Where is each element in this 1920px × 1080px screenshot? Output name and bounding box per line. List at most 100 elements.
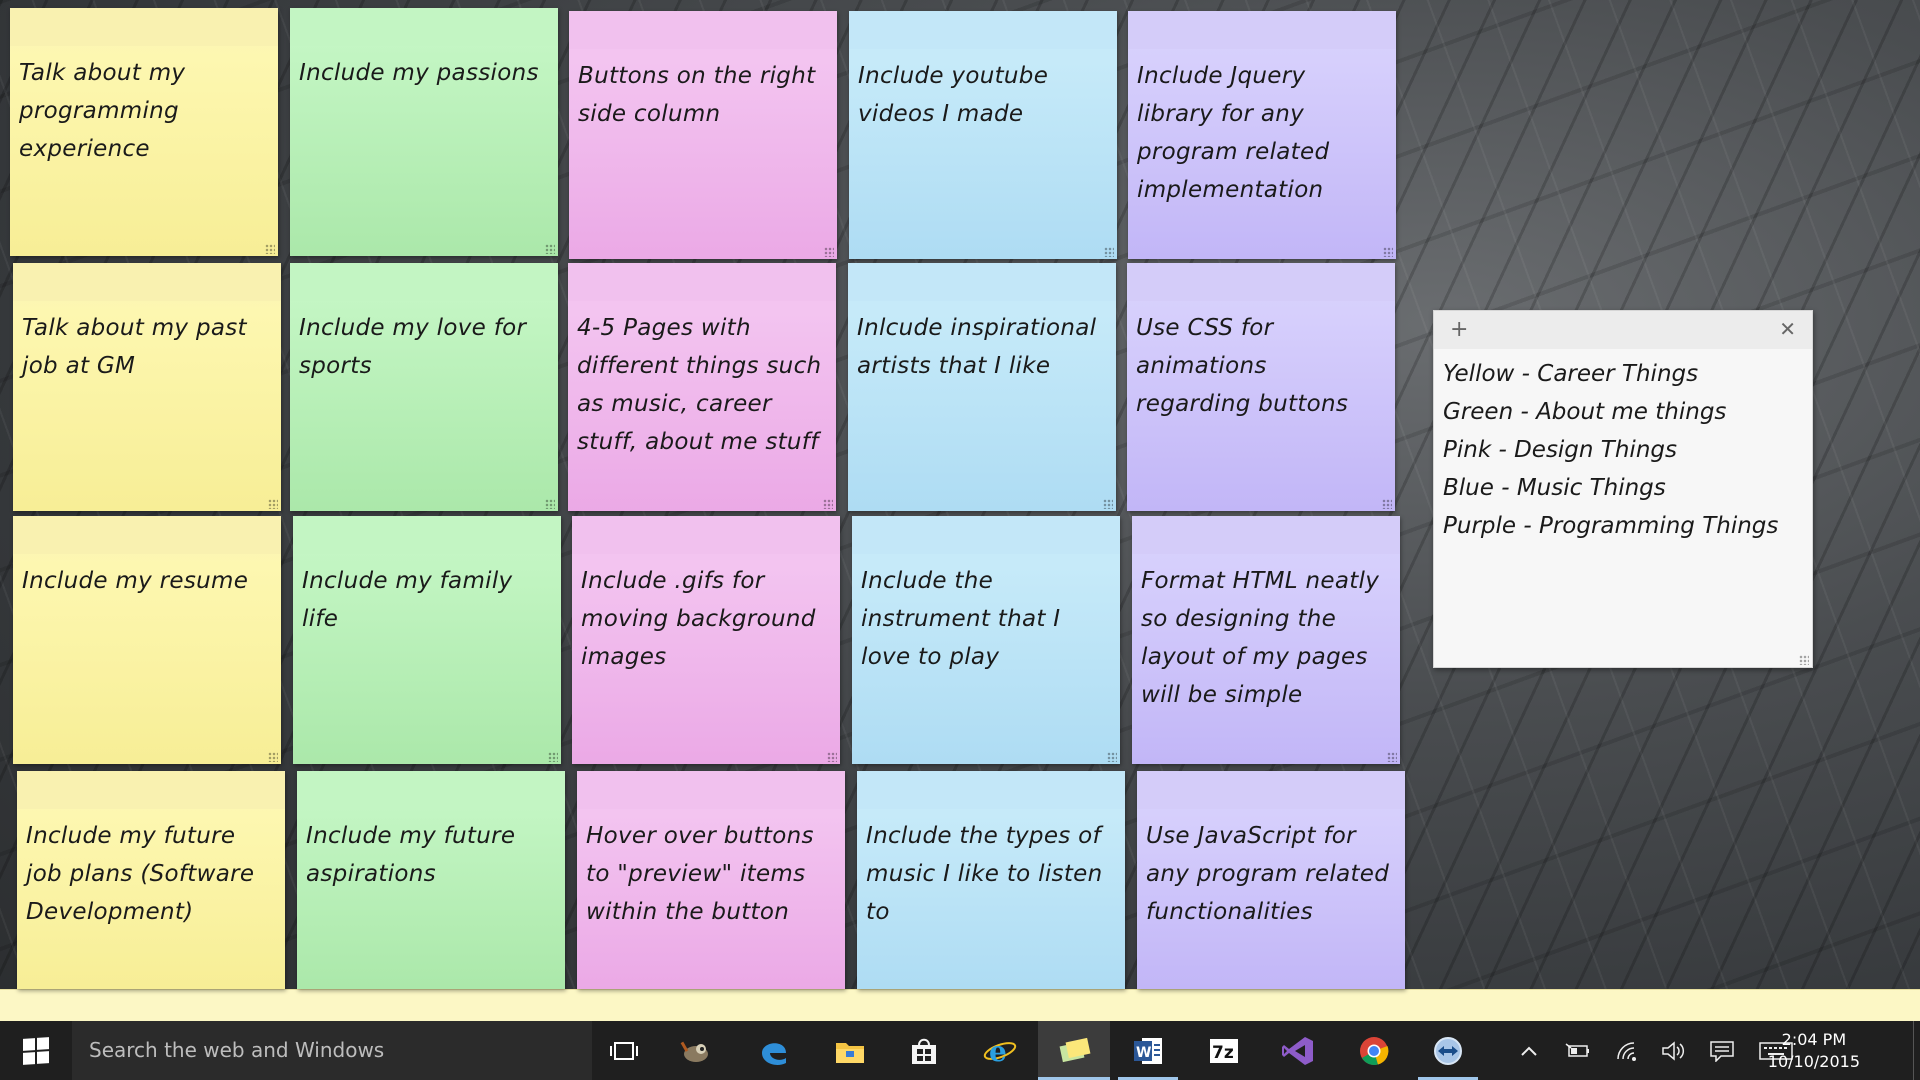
show-desktop-button[interactable] [1913, 1021, 1920, 1080]
note-header[interactable] [849, 11, 1117, 49]
resize-grip[interactable] [545, 499, 555, 509]
sticky-note[interactable]: Include my passions [290, 8, 558, 256]
chrome-button[interactable] [1338, 1021, 1410, 1080]
show-hidden-icons-button[interactable] [1514, 1021, 1544, 1080]
resize-grip[interactable] [1107, 752, 1117, 762]
note-text[interactable]: Format HTML neatly so designing the layo… [1132, 554, 1400, 714]
sticky-note[interactable]: 4-5 Pages with different things such as … [568, 263, 836, 511]
sticky-note[interactable]: Talk about my past job at GM [13, 263, 281, 511]
sticky-note[interactable]: Inlcude inspirational artists that I lik… [848, 263, 1116, 511]
visual-studio-button[interactable] [1262, 1021, 1334, 1080]
note-text[interactable]: Include the types of music I like to lis… [857, 809, 1125, 931]
note-text[interactable]: Include my future aspirations [297, 809, 565, 893]
resize-grip[interactable] [1103, 499, 1113, 509]
sticky-note[interactable]: Include my resume [13, 516, 281, 764]
resize-grip[interactable] [1104, 247, 1114, 257]
note-text[interactable]: Inlcude inspirational artists that I lik… [848, 301, 1116, 385]
note-text[interactable]: Hover over buttons to "preview" items wi… [577, 809, 845, 931]
sticky-note[interactable]: Hover over buttons to "preview" items wi… [577, 771, 845, 989]
note-text[interactable]: Include my future job plans (Software De… [17, 809, 285, 931]
sticky-note[interactable]: Include my love for sports [290, 263, 558, 511]
sticky-note[interactable]: Include my family life [293, 516, 561, 764]
note-header[interactable] [852, 516, 1120, 554]
sticky-note[interactable]: Include youtube videos I made [849, 11, 1117, 259]
7zip-button[interactable]: 7z [1188, 1021, 1260, 1080]
note-text[interactable]: Talk about my past job at GM [13, 301, 281, 385]
note-text[interactable]: Include youtube videos I made [849, 49, 1117, 133]
note-text[interactable]: Include Jquery library for any program r… [1128, 49, 1396, 209]
note-header[interactable] [577, 771, 845, 809]
sticky-note[interactable]: Talk about my programming experience [10, 8, 278, 256]
resize-grip[interactable] [268, 499, 278, 509]
note-header[interactable] [1128, 11, 1396, 49]
resize-grip[interactable] [548, 752, 558, 762]
sticky-note[interactable]: Include my future aspirations [297, 771, 565, 989]
resize-grip[interactable] [824, 247, 834, 257]
note-header[interactable] [17, 771, 285, 809]
note-header[interactable] [857, 771, 1125, 809]
file-explorer-button[interactable] [814, 1021, 886, 1080]
resize-grip[interactable] [1799, 655, 1809, 665]
note-header[interactable] [290, 8, 558, 46]
sticky-note[interactable]: Format HTML neatly so designing the layo… [1132, 516, 1400, 764]
note-text[interactable]: Include my family life [293, 554, 561, 638]
note-header[interactable] [848, 263, 1116, 301]
resize-grip[interactable] [545, 244, 555, 254]
teamviewer-button[interactable] [1412, 1021, 1484, 1080]
sticky-note[interactable]: Include the instrument that I love to pl… [852, 516, 1120, 764]
note-header[interactable] [1137, 771, 1405, 809]
volume-button[interactable] [1656, 1021, 1692, 1080]
task-view-button[interactable] [588, 1021, 660, 1080]
word-button[interactable]: W [1112, 1021, 1184, 1080]
note-header[interactable] [1132, 516, 1400, 554]
add-note-button[interactable]: + [1450, 317, 1468, 342]
sticky-note[interactable]: Include the types of music I like to lis… [857, 771, 1125, 989]
note-text[interactable]: Use CSS for animations regarding buttons [1127, 301, 1395, 423]
search-box[interactable]: Search the web and Windows [72, 1021, 592, 1080]
internet-explorer-button[interactable]: e [964, 1021, 1036, 1080]
start-button[interactable] [0, 1021, 72, 1080]
store-button[interactable] [888, 1021, 960, 1080]
edge-button[interactable] [738, 1021, 810, 1080]
note-header[interactable] [290, 263, 558, 301]
close-note-button[interactable]: ✕ [1779, 317, 1796, 341]
battery-button[interactable] [1560, 1021, 1596, 1080]
sticky-note[interactable]: Use CSS for animations regarding buttons [1127, 263, 1395, 511]
note-text[interactable]: Talk about my programming experience [10, 46, 278, 168]
note-header[interactable]: + ✕ [1434, 311, 1812, 349]
note-header[interactable] [572, 516, 840, 554]
note-text[interactable]: Buttons on the right side column [569, 49, 837, 133]
note-header[interactable] [10, 8, 278, 46]
resize-grip[interactable] [1382, 499, 1392, 509]
resize-grip[interactable] [1383, 247, 1393, 257]
resize-grip[interactable] [823, 499, 833, 509]
note-header[interactable] [13, 263, 281, 301]
network-button[interactable] [1610, 1021, 1646, 1080]
note-header[interactable] [568, 263, 836, 301]
note-text[interactable]: 4-5 Pages with different things such as … [568, 301, 836, 461]
resize-grip[interactable] [268, 752, 278, 762]
note-header[interactable] [293, 516, 561, 554]
sticky-note[interactable]: Use JavaScript for any program related f… [1137, 771, 1405, 989]
note-text[interactable]: Include my love for sports [290, 301, 558, 385]
note-header[interactable] [297, 771, 565, 809]
note-text[interactable]: Include the instrument that I love to pl… [852, 554, 1120, 676]
sticky-note[interactable]: Include Jquery library for any program r… [1128, 11, 1396, 259]
sticky-notes-button[interactable] [1038, 1021, 1110, 1080]
sticky-note[interactable]: Buttons on the right side column [569, 11, 837, 259]
note-header[interactable] [1127, 263, 1395, 301]
action-center-button[interactable] [1704, 1021, 1740, 1080]
gimp-button[interactable] [660, 1021, 732, 1080]
resize-grip[interactable] [1387, 752, 1397, 762]
resize-grip[interactable] [827, 752, 837, 762]
resize-grip[interactable] [265, 244, 275, 254]
note-text[interactable]: Use JavaScript for any program related f… [1137, 809, 1405, 931]
sticky-note[interactable]: Include .gifs for moving background imag… [572, 516, 840, 764]
note-header[interactable] [13, 516, 281, 554]
legend-note[interactable]: + ✕ Yellow - Career Things Green - About… [1433, 310, 1813, 668]
sticky-note[interactable]: Include my future job plans (Software De… [17, 771, 285, 989]
note-text[interactable]: Yellow - Career Things Green - About me … [1434, 349, 1812, 545]
note-header[interactable] [569, 11, 837, 49]
note-text[interactable]: Include my resume [13, 554, 281, 600]
note-text[interactable]: Include my passions [290, 46, 558, 92]
